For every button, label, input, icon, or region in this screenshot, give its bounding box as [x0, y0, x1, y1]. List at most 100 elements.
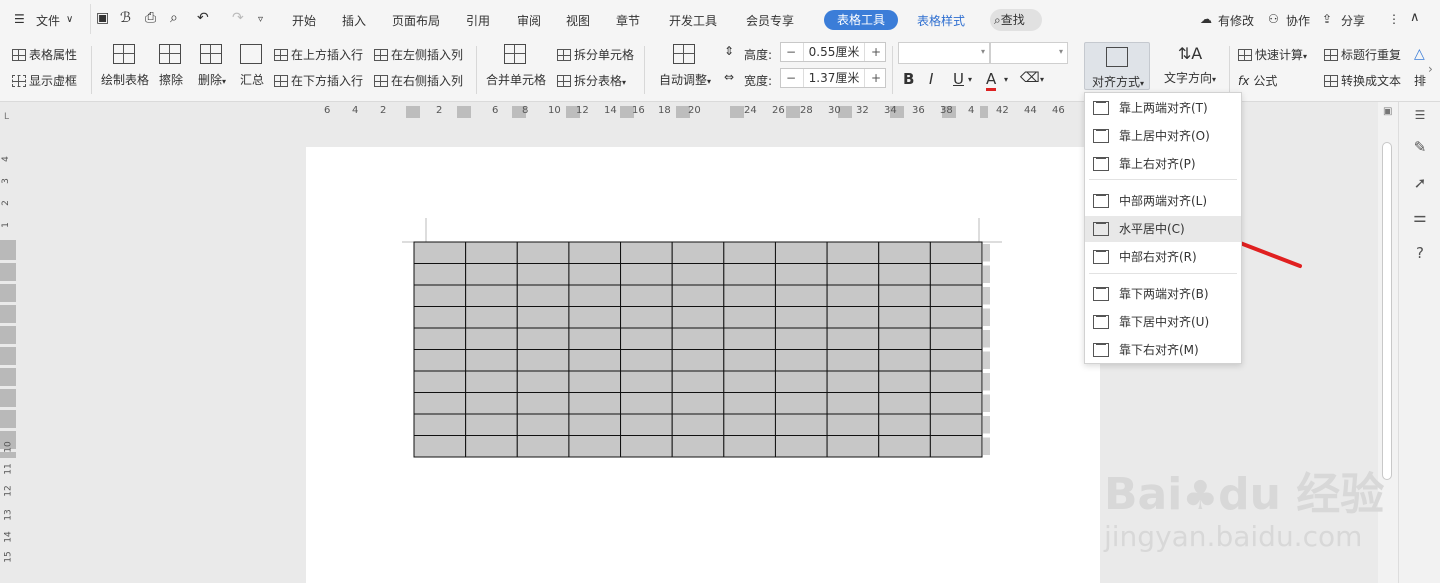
- table-cell[interactable]: [671, 349, 725, 372]
- table-cell[interactable]: [568, 392, 622, 415]
- table-cell[interactable]: [878, 327, 931, 350]
- height-stepper[interactable]: − 0.55厘米 +: [780, 42, 886, 62]
- draw-table-button[interactable]: 绘制表格: [100, 44, 150, 88]
- pen-icon[interactable]: ✎: [1410, 138, 1430, 158]
- table-cell[interactable]: [878, 306, 931, 329]
- table-cell[interactable]: [723, 435, 776, 458]
- table-cell[interactable]: [826, 349, 880, 372]
- ruler-column-marker[interactable]: [730, 106, 744, 118]
- table-cell[interactable]: [774, 284, 828, 307]
- delete-button[interactable]: 删除▾: [194, 44, 230, 88]
- table-cell[interactable]: [671, 435, 725, 458]
- table-cell[interactable]: [774, 349, 828, 372]
- settings-sliders-icon[interactable]: ⚌: [1410, 208, 1430, 228]
- table-cell[interactable]: [465, 370, 518, 393]
- minus-icon[interactable]: −: [781, 43, 801, 61]
- table-cell[interactable]: [671, 392, 725, 415]
- table-cell[interactable]: [465, 349, 518, 372]
- table-cell[interactable]: [413, 435, 467, 458]
- sidebar-menu-icon[interactable]: ☰: [1410, 108, 1430, 128]
- table-cell[interactable]: [620, 327, 673, 350]
- italic-icon[interactable]: I: [929, 70, 933, 88]
- plus-icon[interactable]: +: [866, 43, 886, 61]
- table-cell[interactable]: [878, 370, 931, 393]
- table-cell[interactable]: [774, 306, 828, 329]
- table-cell[interactable]: [929, 241, 983, 264]
- table-cell[interactable]: [826, 241, 880, 264]
- table-cell[interactable]: [878, 413, 931, 436]
- table-cell[interactable]: [929, 306, 983, 329]
- table-cell[interactable]: [620, 263, 673, 286]
- align-menu-item[interactable]: 中部两端对齐(L): [1085, 188, 1241, 214]
- ruler-column-marker[interactable]: [406, 106, 420, 118]
- help-icon[interactable]: ?: [1410, 244, 1430, 264]
- table-cell[interactable]: [671, 327, 725, 350]
- convert-text-button[interactable]: 转换成文本: [1324, 72, 1401, 89]
- format-painter-icon[interactable]: ℬ: [120, 10, 131, 26]
- share-button[interactable]: 分享: [1341, 12, 1365, 29]
- table-cell[interactable]: [516, 327, 570, 350]
- table-cell[interactable]: [465, 327, 518, 350]
- table-cell[interactable]: [826, 263, 880, 286]
- table-cell[interactable]: [568, 435, 622, 458]
- erase-button[interactable]: 擦除: [157, 44, 185, 88]
- table-cell[interactable]: [774, 241, 828, 264]
- table-cell[interactable]: [671, 370, 725, 393]
- table-cell[interactable]: [413, 413, 467, 436]
- table-cell[interactable]: [723, 306, 776, 329]
- table-cell[interactable]: [723, 413, 776, 436]
- table-cell[interactable]: [878, 435, 931, 458]
- table-cell[interactable]: [723, 284, 776, 307]
- font-color-icon[interactable]: A: [986, 70, 997, 91]
- table-cell[interactable]: [413, 392, 467, 415]
- table-cell[interactable]: [671, 306, 725, 329]
- tab-table-tools[interactable]: 表格工具: [824, 10, 898, 30]
- table-cell[interactable]: [929, 263, 983, 286]
- table-cell[interactable]: [568, 284, 622, 307]
- table-cell[interactable]: [774, 435, 828, 458]
- table-cell[interactable]: [671, 241, 725, 264]
- print-preview-icon[interactable]: ⌕: [170, 10, 178, 26]
- table-cell[interactable]: [568, 306, 622, 329]
- scrollbar-thumb[interactable]: [1382, 142, 1392, 480]
- table-cell[interactable]: [620, 370, 673, 393]
- table-cell[interactable]: [465, 435, 518, 458]
- ruler-row-marker[interactable]: [0, 407, 16, 410]
- table-cell[interactable]: [929, 392, 983, 415]
- customize-icon[interactable]: ▿: [258, 14, 263, 25]
- search-button[interactable]: ⌕查找: [990, 9, 1042, 31]
- autofit-button[interactable]: 自动调整▾: [656, 44, 714, 88]
- table-cell[interactable]: [878, 263, 931, 286]
- minus-icon[interactable]: −: [781, 69, 801, 87]
- table-cell[interactable]: [826, 327, 880, 350]
- font-name-select[interactable]: ▾: [898, 42, 990, 64]
- quick-calc-button[interactable]: 快速计算▾: [1238, 46, 1307, 63]
- table-cell[interactable]: [723, 327, 776, 350]
- chevron-down-icon[interactable]: ∨: [66, 14, 73, 25]
- table-cell[interactable]: [516, 241, 570, 264]
- tab-membership[interactable]: 会员专享: [746, 12, 794, 29]
- table-cell[interactable]: [671, 413, 725, 436]
- tab-section[interactable]: 章节: [616, 12, 640, 29]
- vertical-ruler[interactable]: 4 3 2 1 10 11 12 13 14 15: [0, 120, 18, 583]
- table-cell[interactable]: [413, 284, 467, 307]
- collapse-ribbon-icon[interactable]: ∧: [1410, 10, 1420, 25]
- chevron-down-icon[interactable]: ▾: [1004, 75, 1008, 84]
- table-cell[interactable]: [516, 349, 570, 372]
- table-cell[interactable]: [929, 327, 983, 350]
- table-cell[interactable]: [929, 284, 983, 307]
- table-cell[interactable]: [723, 349, 776, 372]
- alignment-button[interactable]: 对齐方式▾: [1084, 42, 1150, 90]
- table-cell[interactable]: [774, 392, 828, 415]
- table-cell[interactable]: [413, 327, 467, 350]
- ruler-row-marker[interactable]: [0, 323, 16, 326]
- width-stepper[interactable]: − 1.37厘米 +: [780, 68, 886, 88]
- ribbon-scroll-right-icon[interactable]: ›: [1428, 62, 1433, 76]
- collaborate-button[interactable]: 协作: [1286, 12, 1310, 29]
- show-gridlines-button[interactable]: 显示虚框: [12, 72, 77, 89]
- table-cell[interactable]: [620, 241, 673, 264]
- table-cell[interactable]: [774, 327, 828, 350]
- ruler-row-marker[interactable]: [0, 302, 16, 305]
- save-icon[interactable]: ▣: [96, 10, 109, 26]
- table-cell[interactable]: [568, 241, 622, 264]
